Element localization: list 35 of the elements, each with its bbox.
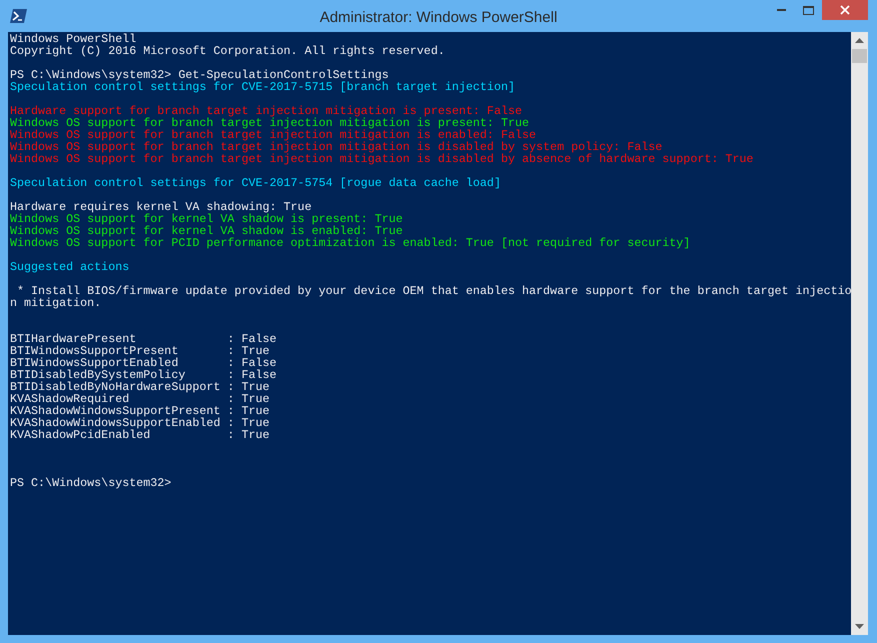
console-line: Speculation control settings for CVE-2017-5754 [rogue data cache load]: [10, 177, 501, 189]
console-line: Windows OS support for branch target injection mitigation is present: True: [10, 117, 530, 129]
close-icon: [840, 5, 850, 15]
console-line: BTIDisabledByNoHardwareSupport : True: [10, 381, 270, 393]
console-line: Windows OS support for branch target injection mitigation is enabled: False: [10, 129, 536, 141]
console-line: BTIWindowsSupportPresent : True: [10, 345, 270, 357]
console-line: BTIHardwarePresent : False: [10, 333, 277, 345]
console-line: Windows OS support for branch target injection mitigation is disabled by system policy: False: [10, 141, 662, 153]
console-line: KVAShadowWindowsSupportEnabled : True: [10, 417, 270, 429]
console-line: n mitigation.: [10, 297, 102, 309]
console-line: BTIDisabledBySystemPolicy : False: [10, 369, 277, 381]
console-line: Suggested actions: [10, 261, 130, 273]
console-line: * Install BIOS/firmware update provided by your device OEM that enables hardware support for the branch target injectio: [16, 285, 851, 297]
console-line: Windows OS support for kernel VA shadow is present: True: [10, 213, 403, 225]
console-line: KVAShadowWindowsSupportPresent : True: [10, 405, 270, 417]
scrollbar[interactable]: [851, 32, 868, 635]
console-line: Windows OS support for branch target injection mitigation is disabled by absence of hardware support: True: [10, 153, 754, 165]
powershell-icon[interactable]: [10, 9, 27, 23]
close-button[interactable]: [822, 0, 868, 20]
minimize-icon: [777, 9, 786, 11]
window-title: Administrator: Windows PowerShell: [320, 8, 558, 28]
console-line: PS C:\Windows\system32>: [10, 477, 172, 489]
console-line: Windows PowerShell: [10, 33, 136, 45]
console-line: KVAShadowPcidEnabled : True: [10, 429, 270, 441]
console-line: Hardware support for branch target injection mitigation is present: False: [10, 105, 522, 117]
console-line: Windows OS support for kernel VA shadow is enabled: True: [10, 225, 403, 237]
console-line: Speculation control settings for CVE-2017-5715 [branch target injection]: [10, 81, 515, 93]
scroll-thumb[interactable]: [852, 49, 867, 63]
console-line: Hardware requires kernel VA shadowing: True: [10, 201, 312, 213]
console-line: Windows OS support for PCID performance optimization is enabled: True [not required for security]: [10, 237, 690, 249]
console-line: PS C:\Windows\system32> Get-SpeculationControlSettings: [10, 69, 389, 81]
maximize-icon: [803, 6, 814, 14]
console-line: KVAShadowRequired : True: [10, 393, 270, 405]
console-line: BTIWindowsSupportEnabled : False: [10, 357, 277, 369]
console-line: Copyright (C) 2016 Microsoft Corporation. All rights reserved.: [10, 45, 445, 57]
